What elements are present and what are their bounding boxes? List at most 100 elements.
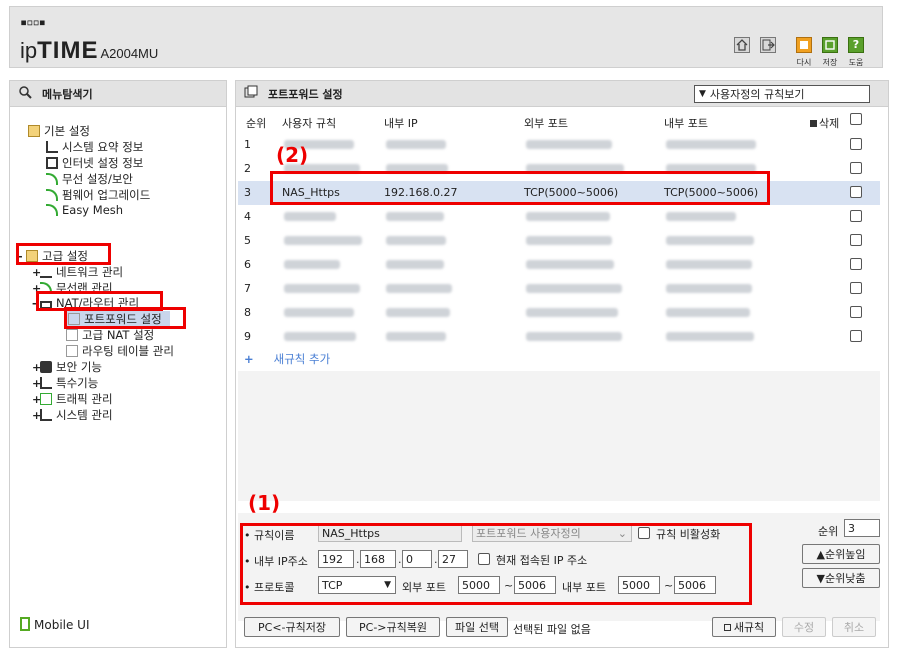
- redacted-cell: [526, 140, 612, 149]
- save-icon[interactable]: [822, 37, 838, 53]
- table-row[interactable]: 9: [238, 325, 880, 349]
- menu-internet-info[interactable]: 인터넷 설정 정보: [46, 155, 143, 171]
- new-icon: [723, 623, 731, 631]
- table-row[interactable]: 7: [238, 277, 880, 301]
- no-file-text: 선택된 파일 없음: [513, 623, 591, 636]
- help-label: 도움: [848, 58, 864, 67]
- chevron-down-icon: ▼: [699, 89, 706, 99]
- logout-icon[interactable]: [760, 37, 776, 53]
- table-row[interactable]: 1: [238, 133, 880, 157]
- row-rank: 1: [244, 138, 251, 151]
- refresh-label: 다시: [796, 58, 812, 67]
- menu-firmware-upgrade[interactable]: 펌웨어 업그레이드: [46, 187, 150, 203]
- network-icon: [40, 266, 52, 278]
- rank-input[interactable]: 3: [844, 519, 880, 537]
- menu-advanced-nat[interactable]: 고급 NAT 설정: [66, 327, 154, 343]
- brand-dots: ▪▫▫▪: [20, 15, 46, 29]
- logo-time: TIME: [37, 37, 99, 64]
- redacted-cell: [526, 308, 618, 317]
- row-rank: 5: [244, 234, 251, 247]
- menu-traffic[interactable]: + 트래픽 관리: [32, 391, 113, 407]
- expand-icon[interactable]: +: [32, 361, 41, 374]
- redacted-cell: [386, 212, 444, 221]
- highlight-edit-form: [240, 523, 752, 605]
- modify-button[interactable]: 수정: [782, 617, 826, 637]
- menu-routing-table[interactable]: 라우팅 테이블 관리: [66, 343, 174, 359]
- menu-easy-mesh[interactable]: Easy Mesh: [46, 203, 123, 217]
- rank-up-button[interactable]: ▲순위높임: [802, 544, 880, 564]
- row-delete-checkbox[interactable]: [850, 282, 862, 294]
- new-rule-button[interactable]: 새규칙: [712, 617, 776, 637]
- cancel-button[interactable]: 취소: [832, 617, 876, 637]
- file-select-button[interactable]: 파일 선택: [446, 617, 508, 637]
- mobile-ui-link[interactable]: Mobile UI: [20, 617, 90, 632]
- save-label: 저장: [822, 58, 838, 67]
- redacted-cell: [284, 212, 336, 221]
- select-all-checkbox[interactable]: [850, 113, 862, 125]
- row-delete-checkbox[interactable]: [850, 234, 862, 246]
- rank-label: 순위: [818, 525, 839, 538]
- table-row[interactable]: 4: [238, 205, 880, 229]
- col-rank: 순위: [246, 117, 267, 130]
- expand-icon[interactable]: +: [32, 393, 41, 406]
- row-rank: 3: [244, 186, 251, 199]
- help-icon[interactable]: ?: [848, 37, 864, 53]
- menu-system-management[interactable]: + 시스템 관리: [32, 407, 113, 423]
- redacted-cell: [666, 308, 750, 317]
- menu-special[interactable]: + 특수기능: [32, 375, 98, 391]
- redacted-cell: [526, 212, 610, 221]
- view-rules-select[interactable]: ▼ 사용자정의 규칙보기: [694, 85, 870, 103]
- row-delete-checkbox[interactable]: [850, 186, 862, 198]
- redacted-cell: [284, 308, 354, 317]
- redacted-cell: [386, 332, 446, 341]
- redacted-cell: [526, 236, 612, 245]
- menu-basic-settings[interactable]: 기본 설정: [28, 123, 90, 139]
- col-external-port: 외부 포트: [524, 117, 568, 130]
- expand-icon[interactable]: +: [32, 409, 41, 422]
- redacted-cell: [526, 260, 614, 269]
- row-rank: 2: [244, 162, 251, 175]
- row-delete-checkbox[interactable]: [850, 138, 862, 150]
- row-delete-checkbox[interactable]: [850, 210, 862, 222]
- logo-ip: ip: [20, 38, 38, 63]
- folder-icon: [28, 125, 40, 137]
- pc-restore-button[interactable]: PC->규칙복원: [346, 617, 440, 637]
- redacted-cell: [284, 236, 362, 245]
- row-delete-checkbox[interactable]: [850, 330, 862, 342]
- pc-save-button[interactable]: PC<-규칙저장: [244, 617, 340, 637]
- menu-security[interactable]: + 보안 기능: [32, 359, 102, 375]
- delete-all-icon: [810, 120, 817, 127]
- col-delete: 삭제: [810, 115, 839, 131]
- expand-icon[interactable]: +: [32, 266, 41, 279]
- refresh-icon[interactable]: [796, 37, 812, 53]
- home-icon[interactable]: [734, 37, 750, 53]
- mobile-icon: [20, 617, 30, 631]
- table-row[interactable]: 8: [238, 301, 880, 325]
- rank-down-button[interactable]: ▼순위낮춤: [802, 568, 880, 588]
- menu-system-summary[interactable]: 시스템 요약 정보: [46, 139, 143, 155]
- table-row[interactable]: 6: [238, 253, 880, 277]
- row-rank: 9: [244, 330, 251, 343]
- row-delete-checkbox[interactable]: [850, 162, 862, 174]
- redacted-cell: [666, 260, 752, 269]
- table-row[interactable]: 5: [238, 229, 880, 253]
- chart-icon: [40, 409, 52, 421]
- menu-wireless-security[interactable]: 무선 설정/보안: [46, 171, 133, 187]
- traffic-icon: [40, 393, 52, 405]
- redacted-cell: [666, 140, 756, 149]
- row-delete-checkbox[interactable]: [850, 306, 862, 318]
- panel-title: 포트포워드 설정: [268, 87, 343, 101]
- row-delete-checkbox[interactable]: [850, 258, 862, 270]
- upgrade-icon: [46, 189, 58, 201]
- menu-network-management[interactable]: + 네트워크 관리: [32, 264, 123, 280]
- monitor-icon: [46, 157, 58, 169]
- expand-icon[interactable]: +: [32, 377, 41, 390]
- add-rule-link[interactable]: + 새규칙 추가: [244, 351, 330, 367]
- redacted-cell: [284, 284, 360, 293]
- redacted-cell: [666, 236, 754, 245]
- row-rank: 7: [244, 282, 251, 295]
- redacted-cell: [284, 260, 340, 269]
- header-bar: ▪▫▫▪ ipTIME A2004MU ? 다시 저장 도움: [9, 6, 883, 68]
- redacted-cell: [386, 140, 446, 149]
- redacted-cell: [386, 260, 444, 269]
